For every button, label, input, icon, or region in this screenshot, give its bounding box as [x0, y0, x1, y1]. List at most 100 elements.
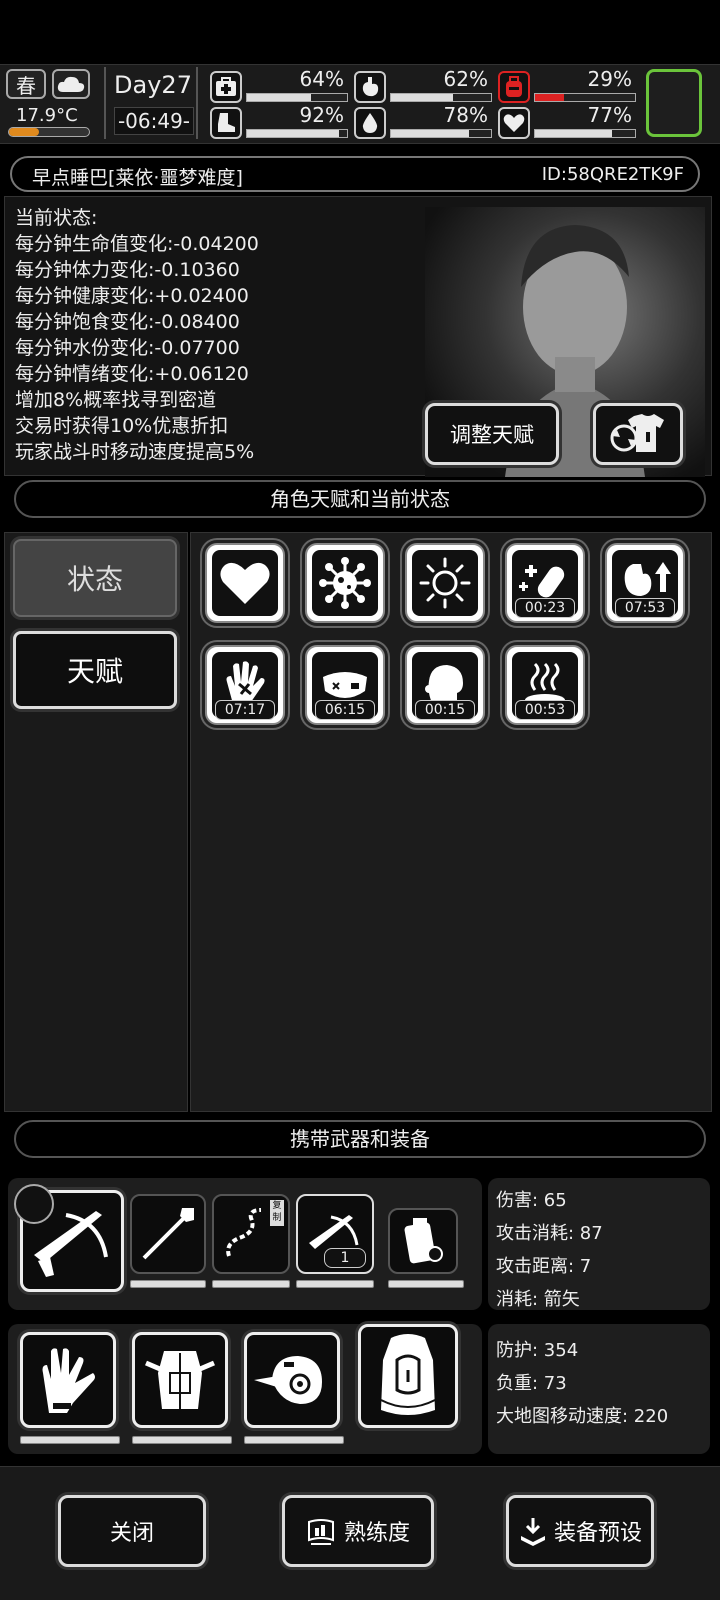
buff-head[interactable]: 00:15 [405, 645, 485, 725]
hydration-stat: 78% [354, 103, 494, 141]
spear-icon [142, 1208, 194, 1260]
blood-bag-icon [498, 71, 530, 103]
buff-mask[interactable]: 06:15 [305, 645, 385, 725]
durability-bar [132, 1436, 232, 1444]
armor-slots [8, 1324, 482, 1454]
ammo-count: 1 [324, 1248, 366, 1268]
backpack-icon [380, 1334, 436, 1415]
status-line: 每分钟体力变化:-0.10360 [15, 259, 240, 281]
temperature-readout: 17.9°C [16, 105, 78, 126]
close-button[interactable]: 关闭 [58, 1495, 206, 1567]
buff-stomach-up[interactable]: 07:53 [605, 543, 685, 623]
weapon-slot-canister[interactable] [388, 1208, 458, 1274]
top-status-bar: 春 17.9°C Day27 -06:49- 64% 62% 29% 92% 7… [0, 64, 720, 144]
ammo-type-stat: 消耗: 箭矢 [496, 1289, 580, 1310]
preset-icon [520, 1518, 545, 1546]
status-heading: 当前状态: [15, 207, 98, 229]
buff-timer: 06:15 [315, 700, 375, 720]
buff-timer: 07:17 [215, 700, 275, 720]
talent-tabs: 状态 天赋 [4, 532, 188, 1112]
glove-icon [42, 1348, 95, 1413]
durability-bar [20, 1436, 120, 1444]
copy-tag: 复制 [270, 1200, 284, 1226]
buff-timer: 00:23 [515, 598, 575, 618]
tab-talent[interactable]: 天赋 [13, 631, 177, 709]
equipment-section-header: 携带武器和装备 [14, 1120, 706, 1158]
attack-range-stat: 攻击距离: 7 [496, 1256, 592, 1277]
weapon-slot-spear[interactable] [130, 1194, 206, 1274]
status-text: 当前状态: 每分钟生命值变化:-0.04200 每分钟体力变化:-0.10360… [15, 205, 259, 465]
virus-icon [319, 557, 371, 609]
scope-indicator-icon [14, 1184, 54, 1224]
stomach-icon [354, 71, 386, 103]
buff-timer: 00:15 [415, 700, 475, 720]
attack-cost-stat: 攻击消耗: 87 [496, 1223, 603, 1244]
heart-icon [498, 107, 530, 139]
durability-bar [130, 1280, 206, 1288]
armor-stats: 防护: 354 负重: 73 大地图移动速度: 220 [488, 1324, 710, 1454]
buff-timer: 00:53 [515, 700, 575, 720]
buff-heat[interactable]: 00:53 [505, 645, 585, 725]
backpack-slot[interactable] [358, 1324, 458, 1428]
status-line: 每分钟情绪变化:+0.06120 [15, 363, 249, 385]
minimap-button[interactable] [646, 69, 702, 137]
buff-injured-hand[interactable]: 07:17 [205, 645, 285, 725]
proficiency-button[interactable]: 熟练度 [282, 1495, 434, 1567]
buff-timer: 07:53 [615, 598, 675, 618]
status-line: 每分钟生命值变化:-0.04200 [15, 233, 259, 255]
heart-icon [220, 562, 270, 604]
season-indicator: 春 [6, 69, 46, 99]
status-line: 玩家战斗时移动速度提高5% [15, 441, 255, 463]
bottom-bar: 关闭 熟练度 装备预设 [0, 1466, 720, 1600]
status-line: 每分钟水份变化:-0.07700 [15, 337, 240, 359]
change-outfit-button[interactable] [593, 403, 683, 465]
character-name-bar: 早点睡巴[莱依·噩梦难度] ID:58QRE2TK9F [10, 156, 700, 192]
buff-pill[interactable]: 00:23 [505, 543, 585, 623]
sun-icon [419, 557, 471, 609]
cap-icon [254, 1356, 322, 1404]
medkit-icon [210, 71, 242, 103]
water-drop-icon [354, 107, 386, 139]
damage-stat: 伤害: 65 [496, 1190, 567, 1211]
day-counter: Day27 [114, 71, 192, 99]
proficiency-icon [307, 1519, 334, 1545]
durability-bar [212, 1280, 290, 1288]
outfit-swap-icon [610, 414, 664, 452]
weight-stat: 负重: 73 [496, 1373, 567, 1394]
status-line: 交易时获得10%优惠折扣 [15, 415, 229, 437]
boot-icon [210, 107, 242, 139]
map-speed-stat: 大地图移动速度: 220 [496, 1406, 669, 1427]
buff-grid: 00:23 07:53 07:17 06:15 00:15 00:53 [190, 532, 712, 1112]
character-name: 早点睡巴[莱依·噩梦难度] [32, 167, 243, 189]
defense-stat: 防护: 354 [496, 1340, 579, 1361]
health-stat: 64% [210, 67, 350, 105]
weapon-slots: 复制 1 [8, 1178, 482, 1310]
tactical-vest-icon [145, 1351, 215, 1409]
helmet-slot[interactable] [244, 1332, 340, 1428]
player-id: ID:58QRE2TK9F [541, 164, 684, 185]
hunger-stat: 62% [354, 67, 494, 105]
status-line: 每分钟饱食变化:-0.08400 [15, 311, 240, 333]
armor-vest-slot[interactable] [132, 1332, 228, 1428]
cloud-icon [52, 69, 90, 99]
status-line: 每分钟健康变化:+0.02400 [15, 285, 249, 307]
weapon-slot-chain[interactable]: 复制 [212, 1194, 290, 1274]
weapon-stats: 伤害: 65 攻击消耗: 87 攻击距离: 7 消耗: 箭矢 [488, 1178, 710, 1310]
durability-bar [296, 1280, 374, 1288]
day-clock: Day27 -06:49- [104, 67, 198, 139]
buff-virus[interactable] [305, 543, 385, 623]
buff-sun[interactable] [405, 543, 485, 623]
temperature-bar [8, 127, 90, 137]
buff-heart[interactable] [205, 543, 285, 623]
gloves-slot[interactable] [20, 1332, 116, 1428]
mood-stat: 77% [498, 103, 638, 141]
equipment-preset-button[interactable]: 装备预设 [506, 1495, 654, 1567]
adjust-talent-button[interactable]: 调整天赋 [425, 403, 559, 465]
durability-bar [388, 1280, 464, 1288]
weapon-slot-crossbow[interactable]: 1 [296, 1194, 374, 1274]
bleeding-stat: 29% [498, 67, 638, 105]
stamina-stat: 92% [210, 103, 350, 141]
tab-status[interactable]: 状态 [13, 539, 177, 617]
status-panel: 当前状态: 每分钟生命值变化:-0.04200 每分钟体力变化:-0.10360… [4, 196, 712, 477]
talent-section-header: 角色天赋和当前状态 [14, 480, 706, 518]
